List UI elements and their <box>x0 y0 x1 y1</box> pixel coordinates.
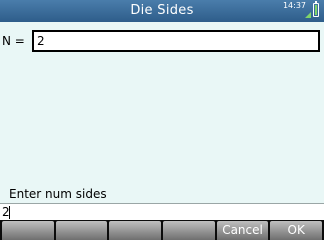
softkey-2[interactable] <box>55 221 108 240</box>
softkey-bar: Cancel OK <box>0 220 324 240</box>
softkey-1[interactable] <box>2 221 54 240</box>
softkey-4[interactable] <box>163 221 215 240</box>
softkey-3[interactable] <box>109 221 162 240</box>
title-bar: Die Sides 14:37 <box>0 0 324 22</box>
help-text: Enter num sides <box>9 187 107 201</box>
text-cursor <box>9 206 10 219</box>
battery-icon <box>313 1 319 17</box>
sides-field-row: N = 2 <box>0 30 324 54</box>
app-title: Die Sides <box>130 3 194 18</box>
clock: 14:37 <box>282 1 306 10</box>
entry-line[interactable]: 2 <box>0 203 324 220</box>
field-label: N = <box>2 34 25 48</box>
num-sides-input[interactable]: 2 <box>32 30 320 52</box>
signal-icon <box>305 12 311 18</box>
ok-button[interactable]: OK <box>270 221 323 240</box>
cancel-button[interactable]: Cancel <box>216 221 269 240</box>
